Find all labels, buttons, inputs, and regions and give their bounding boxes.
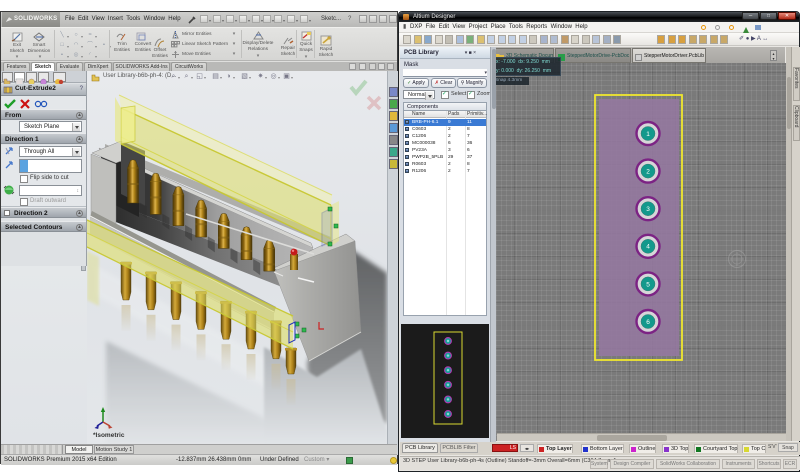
svg-text:6: 6 xyxy=(646,319,650,326)
svg-text:5: 5 xyxy=(646,281,650,288)
svg-text:*Isometric: *Isometric xyxy=(93,432,125,439)
svg-text:2: 2 xyxy=(646,169,650,176)
svg-text:4: 4 xyxy=(646,244,650,251)
svg-text:3: 3 xyxy=(646,206,650,213)
svg-text:1: 1 xyxy=(646,131,650,138)
